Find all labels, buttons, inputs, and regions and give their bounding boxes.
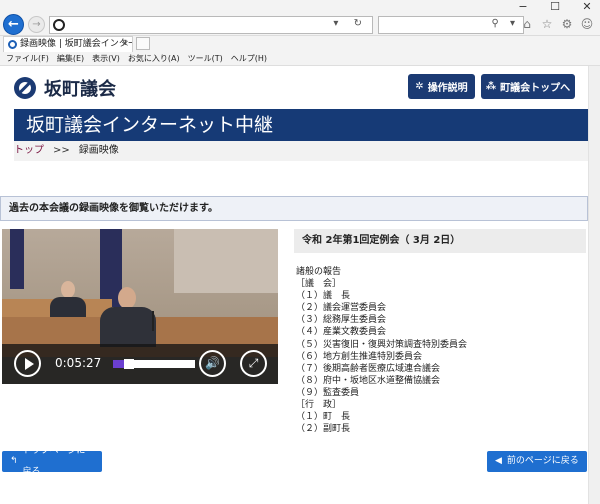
page-banner: 坂町議会インターネット中継 — [14, 109, 588, 141]
tab-row: 録画映像 | 坂町議会インター... × — [0, 36, 600, 52]
gear-icon[interactable]: ⚙ — [560, 17, 574, 31]
volume-icon[interactable]: 🔊 — [199, 350, 226, 377]
seek-bar[interactable] — [113, 359, 195, 369]
site-name[interactable]: 坂町議会 — [44, 75, 116, 101]
video-frame-panel — [174, 229, 278, 293]
browser-back-button[interactable]: ← — [3, 14, 24, 35]
left-triangle-icon: ◀ — [495, 456, 502, 466]
council-top-button-label: 町議会トップへ — [500, 83, 571, 94]
back-to-previous-label: 前のページに戻る — [506, 456, 579, 466]
video-frame-speaker — [98, 287, 158, 347]
address-bar[interactable]: ▾ ↻ — [49, 16, 373, 34]
help-button[interactable]: ✲ 操作説明 — [408, 74, 475, 99]
tab-title: 録画映像 | 坂町議会インター... — [20, 39, 133, 49]
menu-view[interactable]: 表示(V) — [92, 52, 120, 65]
video-player[interactable]: 0:05:27 🔊 ⤢ — [2, 229, 278, 384]
site-favicon-icon — [53, 19, 65, 31]
menu-bar: ファイル(F) 編集(E) 表示(V) お気に入り(A) ツール(T) ヘルプ(… — [0, 52, 600, 66]
video-frame-microphone — [152, 311, 154, 331]
agenda-item[interactable]: 諸般の報告 — [296, 266, 586, 278]
menu-edit[interactable]: 編集(E) — [57, 52, 84, 65]
menu-favorites[interactable]: お気に入り(A) — [128, 52, 180, 65]
minimize-icon[interactable]: − — [516, 0, 530, 14]
home-icon[interactable]: ⌂ — [520, 17, 534, 31]
seek-progress — [113, 360, 125, 368]
site-header: 坂町議会 ✲ 操作説明 ⁂ 町議会トップへ — [0, 66, 588, 109]
agenda-item[interactable]: （５）災害復旧・復興対策調査特別委員会 — [296, 339, 586, 351]
agenda-item[interactable]: （８）府中・坂地区水道整備協議会 — [296, 375, 586, 387]
menu-tools[interactable]: ツール(T) — [188, 52, 223, 65]
agenda-item[interactable]: （４）産業文教委員会 — [296, 326, 586, 338]
browser-forward-button[interactable]: → — [28, 16, 45, 33]
address-tools[interactable]: ▾ ↻ — [333, 18, 368, 29]
search-input[interactable]: ⚲ ▾ — [378, 16, 524, 34]
return-arrow-icon: ↰ — [10, 456, 18, 466]
smiley-icon[interactable]: ☺ — [580, 17, 594, 31]
browser-right-icons: ⌂ ☆ ⚙ ☺ — [520, 17, 594, 31]
video-time: 0:05:27 — [55, 356, 102, 370]
new-tab-button[interactable] — [136, 37, 150, 50]
browser-tab[interactable]: 録画映像 | 坂町議会インター... × — [3, 36, 133, 52]
gear-icon: ✲ — [415, 81, 424, 92]
page-scrollbar[interactable] — [588, 66, 600, 504]
council-top-button[interactable]: ⁂ 町議会トップへ — [481, 74, 575, 99]
agenda-item[interactable]: （９）監査委員 — [296, 387, 586, 399]
seek-handle[interactable] — [124, 359, 135, 369]
window-controls: − ☐ ✕ — [516, 0, 594, 14]
agenda-list: 諸般の報告 ［議 会］ （１）議 長 （２）議会運営委員会 （３）総務厚生委員会… — [296, 266, 586, 435]
search-tools[interactable]: ⚲ ▾ — [491, 18, 519, 29]
menu-help[interactable]: ヘルプ(H) — [231, 52, 267, 65]
agenda-item[interactable]: （１）議 長 — [296, 290, 586, 302]
notice-box: 過去の本会議の録画映像を御覧いただけます。 — [0, 196, 588, 221]
video-frame-flag — [10, 229, 24, 289]
council-logo-icon[interactable] — [14, 77, 36, 99]
breadcrumb: トップ >> 録画映像 — [14, 141, 588, 161]
sitemap-icon: ⁂ — [485, 81, 497, 92]
agenda-item[interactable]: （７）後期高齢者医療広域連合議会 — [296, 363, 586, 375]
session-title: 令和 2年第1回定例会（ 3月 2日） — [294, 229, 586, 253]
video-frame-chairperson — [48, 281, 88, 325]
play-button[interactable] — [14, 350, 41, 377]
tab-favicon-icon — [8, 40, 17, 49]
fullscreen-icon[interactable]: ⤢ — [240, 350, 267, 377]
agenda-item[interactable]: ［行 政］ — [296, 399, 586, 411]
agenda-item[interactable]: （２）副町長 — [296, 423, 586, 435]
breadcrumb-home-link[interactable]: トップ — [14, 145, 44, 156]
close-window-icon[interactable]: ✕ — [580, 0, 594, 14]
agenda-item[interactable]: （３）総務厚生委員会 — [296, 314, 586, 326]
tab-close-icon[interactable]: × — [121, 37, 129, 51]
menu-file[interactable]: ファイル(F) — [6, 52, 49, 65]
agenda-item[interactable]: （１）町 長 — [296, 411, 586, 423]
agenda-item[interactable]: （６）地方創生推進特別委員会 — [296, 351, 586, 363]
video-controls: 0:05:27 🔊 ⤢ — [2, 344, 278, 384]
back-to-top-button[interactable]: ↰ トップページに戻る — [2, 446, 102, 477]
back-to-top-label: トップページに戻る — [22, 445, 86, 477]
favorites-star-icon[interactable]: ☆ — [540, 17, 554, 31]
breadcrumb-current: 録画映像 — [78, 145, 119, 156]
browser-toolbar: − ☐ ✕ ← → ▾ ↻ ⚲ ▾ ⌂ ☆ ⚙ ☺ — [0, 0, 600, 36]
maximize-icon[interactable]: ☐ — [548, 0, 562, 14]
back-to-previous-button[interactable]: ◀ 前のページに戻る — [487, 451, 587, 472]
breadcrumb-separator: >> — [53, 145, 70, 156]
agenda-item[interactable]: （２）議会運営委員会 — [296, 302, 586, 314]
help-button-label: 操作説明 — [427, 83, 468, 94]
agenda-item[interactable]: ［議 会］ — [296, 278, 586, 290]
